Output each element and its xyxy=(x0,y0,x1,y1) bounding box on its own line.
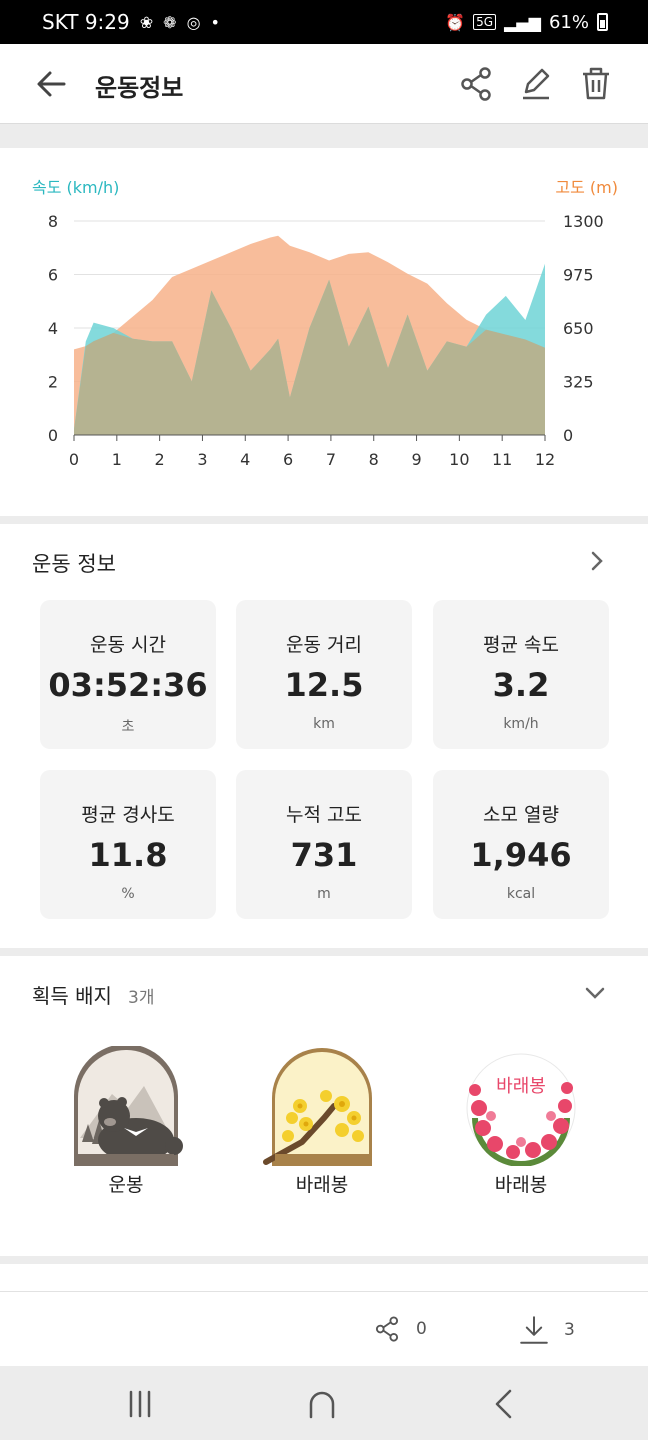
stat-label: 평균 속도 xyxy=(483,634,559,656)
speed-axis-title: 속도 (km/h) xyxy=(32,178,120,197)
download-action[interactable]: 3 xyxy=(518,1314,575,1346)
share-icon[interactable] xyxy=(456,64,496,104)
stat-value: 3.2 xyxy=(492,666,550,704)
y-left-tick-label: 2 xyxy=(48,373,58,392)
network-badge: 5G xyxy=(473,14,497,30)
stat-unit: km xyxy=(313,716,335,732)
stat-value: 731 xyxy=(290,836,358,874)
back-arrow-icon[interactable] xyxy=(32,64,72,104)
stat-unit: km/h xyxy=(503,716,539,732)
speed-altitude-chart: 0 1 2 3 4 6 7 8 9 10 11 120246803256509751300 xyxy=(48,212,604,469)
x-tick-label: 0 xyxy=(69,450,79,469)
battery-percent: 61% xyxy=(548,11,589,33)
azalea-wreath-badge-image: 바래봉 xyxy=(466,1053,576,1166)
stat-exercise-distance: 운동 거리 12.5 km xyxy=(236,600,412,749)
trash-icon[interactable] xyxy=(576,64,616,104)
stat-label: 운동 시간 xyxy=(90,634,166,656)
badge-item[interactable]: 바래봉 바래봉 xyxy=(456,1046,586,1197)
share-icon xyxy=(375,1316,399,1342)
page-title: 운동정보 xyxy=(95,74,184,102)
badge-item[interactable]: 운봉 xyxy=(61,1046,191,1197)
badge-name: 바래봉 xyxy=(494,1174,548,1196)
edit-icon[interactable] xyxy=(516,64,556,104)
action-bar: 0 3 xyxy=(0,1292,648,1366)
x-tick-label: 11 xyxy=(492,450,512,469)
app-header: 운동정보 xyxy=(0,44,648,124)
carrier-time: SKT 9:29 xyxy=(42,10,130,34)
stat-value: 12.5 xyxy=(284,666,364,704)
hiking-icon: ❁ xyxy=(163,12,177,32)
chevron-down-icon[interactable] xyxy=(580,978,610,1008)
y-left-tick-label: 8 xyxy=(48,212,58,231)
x-tick-label: 1 xyxy=(112,450,122,469)
y-right-tick-label: 325 xyxy=(563,373,594,392)
x-tick-label: 8 xyxy=(369,450,379,469)
y-left-tick-label: 4 xyxy=(48,319,58,338)
recent-apps-icon[interactable] xyxy=(120,1384,160,1424)
x-tick-label: 12 xyxy=(535,450,555,469)
badges-title: 획득 배지 xyxy=(32,984,112,1008)
y-right-tick-label: 650 xyxy=(563,319,594,338)
stat-value: 11.8 xyxy=(88,836,168,874)
badge-name: 운봉 xyxy=(108,1174,144,1196)
alarm-icon: ⏰ xyxy=(445,12,466,32)
x-tick-label: 9 xyxy=(411,450,421,469)
stat-value: 1,946 xyxy=(470,836,572,874)
stat-calories: 소모 열량 1,946 kcal xyxy=(433,770,609,919)
stat-unit: m xyxy=(317,886,331,902)
status-right: ⏰ 5G ▂▄▆ 61% xyxy=(445,12,608,33)
download-count: 3 xyxy=(564,1320,575,1340)
speed-altitude-chart-card: 0 1 2 3 4 6 7 8 9 10 11 12 0 2 4 6 8 0 325 650 975 1300 속도 (k… xyxy=(0,148,648,516)
badge-title-text: 바래봉 xyxy=(496,1076,546,1097)
download-icon xyxy=(520,1316,548,1344)
flower-badge-image xyxy=(263,1048,372,1166)
stat-average-speed: 평균 속도 3.2 km/h xyxy=(433,600,609,749)
notification-dot-icon: • xyxy=(210,12,220,32)
stat-unit: % xyxy=(121,886,135,902)
y-right-tick-label: 975 xyxy=(563,266,594,285)
badge-name: 바래봉 xyxy=(295,1174,349,1196)
home-icon[interactable] xyxy=(302,1384,342,1424)
altitude-axis-title: 고도 (m) xyxy=(555,178,618,197)
x-tick-label: 4 xyxy=(240,450,250,469)
stat-exercise-time: 운동 시간 03:52:36 초 xyxy=(40,600,216,749)
signal-icon: ▂▄▆ xyxy=(504,12,541,32)
stat-label: 평균 경사도 xyxy=(81,804,175,826)
x-tick-label: 3 xyxy=(197,450,207,469)
stat-value: 03:52:36 xyxy=(48,666,208,704)
share-count: 0 xyxy=(416,1319,427,1339)
bear-badge-image xyxy=(74,1046,183,1166)
stat-label: 누적 고도 xyxy=(286,804,362,826)
battery-icon xyxy=(597,13,608,31)
status-bar: SKT 9:29 ❀ ❁ ◎ • ⏰ 5G ▂▄▆ 61% xyxy=(0,0,648,44)
timer-icon: ◎ xyxy=(186,12,201,32)
share-action[interactable]: 0 xyxy=(372,1314,427,1344)
stat-cumulative-altitude: 누적 고도 731 m xyxy=(236,770,412,919)
x-tick-label: 10 xyxy=(449,450,469,469)
system-nav-bar xyxy=(0,1366,648,1440)
exercise-info-section: 운동 정보 운동 시간 03:52:36 초 운동 거리 12.5 km 평균 … xyxy=(0,524,648,948)
footprint-icon: ❀ xyxy=(139,12,154,32)
badges-section: 획득 배지 3개 운봉 바래봉 바래봉 바래봉 xyxy=(0,956,648,1256)
back-icon[interactable] xyxy=(484,1384,524,1424)
badges-count: 3개 xyxy=(128,988,155,1008)
stat-average-slope: 평균 경사도 11.8 % xyxy=(40,770,216,919)
y-left-tick-label: 0 xyxy=(48,426,58,445)
y-right-tick-label: 1300 xyxy=(563,212,604,231)
spacer xyxy=(0,1264,648,1292)
x-tick-label: 6 xyxy=(283,450,293,469)
x-tick-label: 2 xyxy=(155,450,165,469)
stat-unit: kcal xyxy=(506,886,536,902)
stat-label: 소모 열량 xyxy=(483,804,559,826)
stat-unit: 초 xyxy=(121,719,135,735)
chevron-right-icon[interactable] xyxy=(582,546,612,576)
x-tick-label: 7 xyxy=(326,450,336,469)
y-right-tick-label: 0 xyxy=(563,426,573,445)
y-left-tick-label: 6 xyxy=(48,266,58,285)
stat-label: 운동 거리 xyxy=(286,634,362,656)
status-left: SKT 9:29 ❀ ❁ ◎ • xyxy=(42,10,220,34)
badge-item[interactable]: 바래봉 xyxy=(257,1046,387,1197)
exercise-info-title: 운동 정보 xyxy=(32,552,116,576)
